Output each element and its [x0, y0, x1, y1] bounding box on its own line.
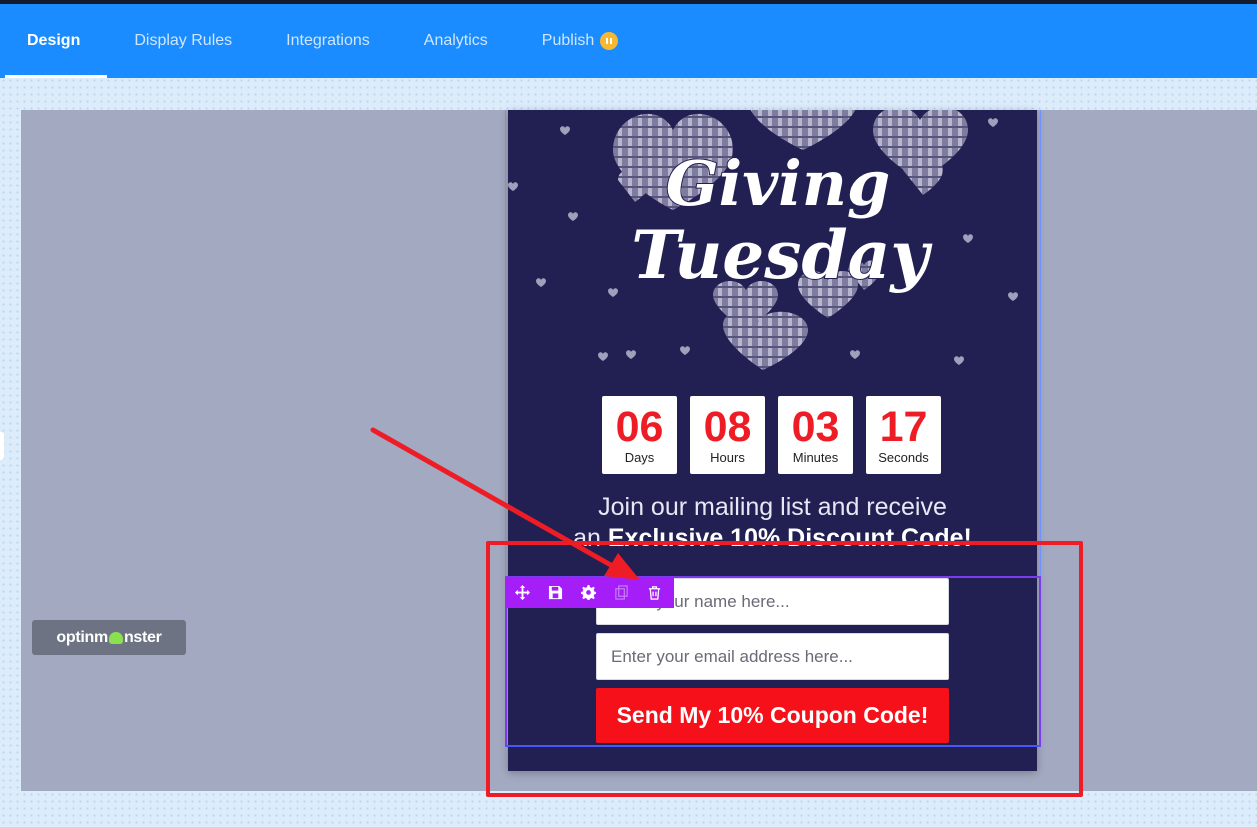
tab-analytics[interactable]: Analytics [397, 4, 515, 78]
headline-line-2: an Exclusive 10% Discount Code! [508, 523, 1037, 554]
countdown-timer: 06 Days 08 Hours 03 Minutes 17 Seconds [602, 396, 941, 474]
countdown-hours-value: 08 [703, 403, 752, 451]
countdown-hours-label: Hours [710, 450, 745, 465]
tab-integrations[interactable]: Integrations [259, 4, 397, 78]
email-field[interactable] [596, 633, 949, 680]
logo-text-left: optinm [56, 628, 108, 646]
tab-analytics-label: Analytics [423, 32, 488, 49]
countdown-days-value: 06 [615, 403, 664, 451]
tab-design[interactable]: Design [0, 4, 108, 78]
send-coupon-button[interactable]: Send My 10% Coupon Code! [596, 688, 949, 743]
headline-line-1: Join our mailing list and receive [598, 493, 947, 521]
tab-design-label: Design [27, 32, 81, 49]
countdown-minutes: 03 Minutes [778, 396, 853, 474]
countdown-seconds-label: Seconds [878, 450, 929, 465]
sidebar-toggle-handle[interactable] [0, 432, 4, 460]
move-icon[interactable] [506, 577, 539, 608]
countdown-days: 06 Days [602, 396, 677, 474]
giving-tuesday-hearts-artwork: Giving Tuesday [508, 110, 1018, 370]
tab-publish[interactable]: Publish [515, 4, 645, 78]
tab-publish-label: Publish [541, 32, 595, 49]
logo-text-right: nster [123, 628, 162, 646]
countdown-seconds: 17 Seconds [866, 396, 941, 474]
duplicate-icon[interactable] [605, 577, 638, 608]
countdown-days-label: Days [624, 450, 655, 465]
save-icon[interactable] [539, 577, 572, 608]
headline-bold: Exclusive 10% Discount Code! [607, 524, 972, 552]
title-tuesday: Tuesday [631, 216, 933, 294]
optinmonster-logo: optinm nster [32, 620, 186, 655]
headline-prefix: an [573, 524, 601, 552]
title-giving: Giving [666, 147, 891, 220]
element-toolbar [506, 577, 674, 608]
countdown-minutes-label: Minutes [792, 450, 839, 465]
countdown-hours: 08 Hours [690, 396, 765, 474]
tab-display-rules-label: Display Rules [134, 32, 233, 49]
top-nav-bar: Design Display Rules Integrations Analyt… [0, 4, 1257, 78]
tab-display-rules[interactable]: Display Rules [107, 4, 259, 78]
gear-icon[interactable] [572, 577, 605, 608]
pause-status-icon [600, 32, 619, 50]
trash-icon[interactable] [638, 577, 671, 608]
countdown-seconds-value: 17 [879, 403, 928, 451]
campaign-headline[interactable]: Join our mailing list and receive an Exc… [508, 492, 1037, 554]
monster-mascot-icon [108, 631, 123, 644]
tab-integrations-label: Integrations [286, 32, 370, 49]
countdown-minutes-value: 03 [791, 403, 840, 451]
